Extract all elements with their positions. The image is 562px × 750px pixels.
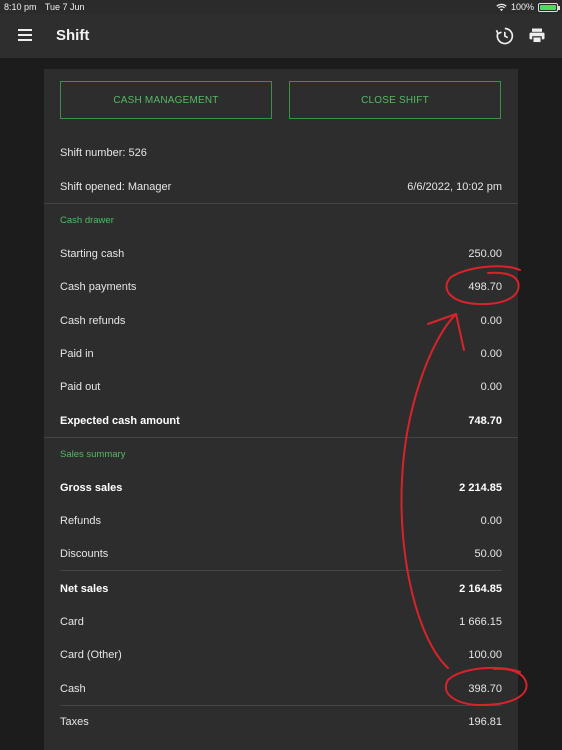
shift-opened: Shift opened: Manager 6/6/2022, 10:02 pm	[60, 177, 502, 197]
wifi-icon	[496, 3, 507, 11]
row-paid-in: Paid in 0.00	[60, 344, 502, 364]
row-value: 0.00	[480, 515, 502, 527]
row-value: 398.70	[468, 683, 502, 695]
row-label: Starting cash	[60, 248, 125, 260]
row-label: Refunds	[60, 515, 101, 527]
shift-number: Shift number: 526	[60, 143, 502, 163]
print-icon[interactable]	[527, 26, 547, 46]
sales-summary-heading: Sales summary	[60, 449, 126, 460]
row-gross-sales: Gross sales 2 214.85	[60, 478, 502, 498]
row-label: Cash payments	[60, 281, 137, 293]
battery-icon	[538, 2, 560, 12]
app-bar: Shift	[0, 14, 562, 58]
menu-icon[interactable]	[18, 29, 32, 41]
row-label: Paid out	[60, 381, 101, 393]
row-label: Card (Other)	[60, 649, 122, 661]
page-title: Shift	[56, 27, 90, 44]
row-value: 0.00	[480, 381, 502, 393]
cash-drawer-heading: Cash drawer	[60, 215, 114, 226]
row-label: Paid in	[60, 348, 94, 360]
shift-number-label: Shift number: 526	[60, 147, 147, 159]
row-paid-out: Paid out 0.00	[60, 377, 502, 397]
row-label: Cash refunds	[60, 315, 126, 327]
row-label: Cash	[60, 683, 86, 695]
battery-percent: 100%	[510, 2, 534, 12]
status-date: Tue 7 Jun	[44, 2, 85, 12]
row-value: 0.00	[480, 348, 502, 360]
row-value: 50.00	[474, 548, 502, 560]
divider	[44, 203, 518, 204]
row-label: Taxes	[60, 716, 89, 728]
row-card: Card 1 666.15	[60, 612, 502, 632]
row-value: 2 164.85	[459, 583, 502, 595]
status-bar: 8:10 pm Tue 7 Jun 100%	[0, 0, 562, 14]
row-refunds: Refunds 0.00	[60, 511, 502, 531]
divider	[44, 437, 518, 438]
row-cash: Cash 398.70	[60, 679, 502, 699]
divider	[60, 705, 502, 706]
row-cash-payments: Cash payments 498.70	[60, 277, 502, 297]
row-value: 498.70	[468, 281, 502, 293]
row-value: 0.00	[480, 315, 502, 327]
row-value: 100.00	[468, 649, 502, 661]
divider	[60, 570, 502, 571]
row-label: Card	[60, 616, 84, 628]
status-time: 8:10 pm	[4, 2, 37, 12]
row-value: 2 214.85	[459, 482, 502, 494]
row-value: 196.81	[468, 716, 502, 728]
row-taxes: Taxes 196.81	[60, 712, 502, 732]
row-value: 748.70	[468, 415, 502, 427]
shift-opened-time: 6/6/2022, 10:02 pm	[407, 181, 502, 193]
row-value: 250.00	[468, 248, 502, 260]
cash-management-button[interactable]: CASH MANAGEMENT	[60, 81, 272, 119]
row-discounts: Discounts 50.00	[60, 544, 502, 564]
row-label: Expected cash amount	[60, 415, 180, 427]
row-starting-cash: Starting cash 250.00	[60, 244, 502, 264]
history-icon[interactable]	[494, 26, 514, 46]
row-label: Discounts	[60, 548, 109, 560]
row-value: 1 666.15	[459, 616, 502, 628]
close-shift-button[interactable]: CLOSE SHIFT	[289, 81, 501, 119]
row-expected-cash: Expected cash amount 748.70	[60, 411, 502, 431]
row-label: Net sales	[60, 583, 109, 595]
shift-opened-label: Shift opened: Manager	[60, 181, 172, 193]
row-card-other: Card (Other) 100.00	[60, 645, 502, 665]
row-cash-refunds: Cash refunds 0.00	[60, 311, 502, 331]
shift-card: CASH MANAGEMENT CLOSE SHIFT Shift number…	[44, 69, 518, 750]
row-label: Gross sales	[60, 482, 123, 494]
row-net-sales: Net sales 2 164.85	[60, 579, 502, 599]
